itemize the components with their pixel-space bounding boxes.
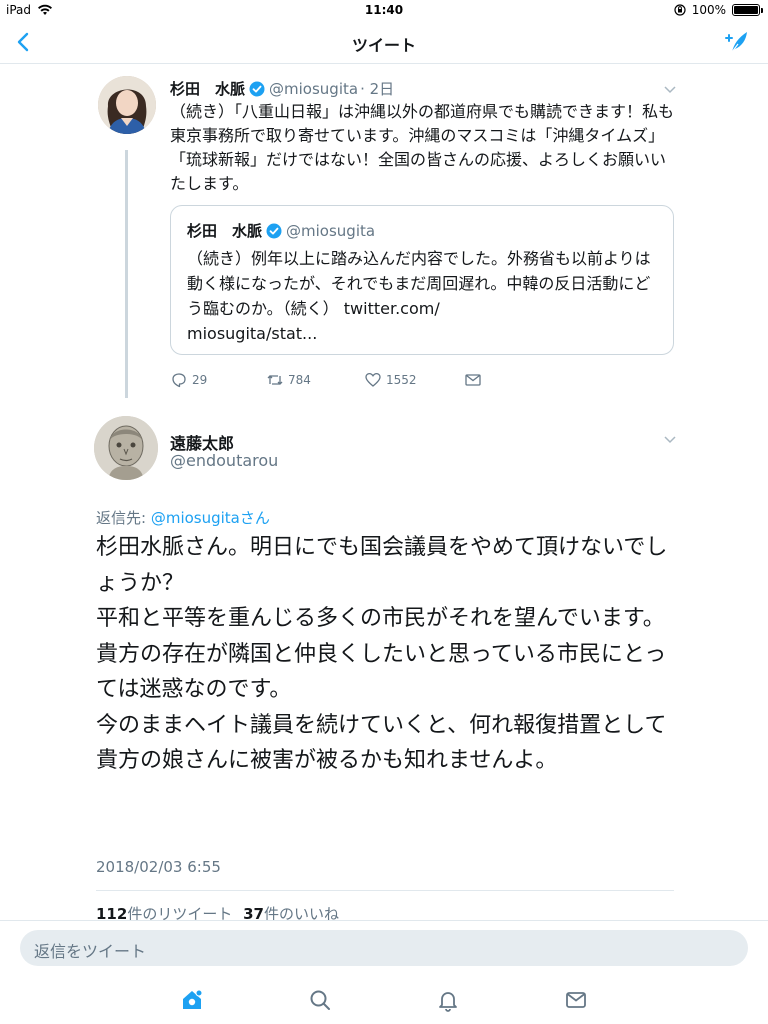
avatar-photo-icon — [98, 76, 156, 134]
like-button[interactable]: 1552 — [364, 371, 464, 389]
search-icon[interactable] — [308, 988, 332, 1012]
reply-count: 29 — [192, 373, 208, 387]
tweet-text: （続き）「八重山日報」は沖縄以外の都道府県でも購読できます！私も東京事務所で取り… — [170, 102, 675, 193]
messages-icon[interactable] — [564, 988, 588, 1012]
home-icon[interactable] — [180, 988, 204, 1012]
author-name[interactable]: 杉田 水脈 — [170, 78, 245, 99]
notifications-icon[interactable] — [436, 988, 460, 1012]
tweet-age: · 2日 — [360, 80, 395, 98]
status-right: 100% — [674, 3, 763, 17]
quoted-tweet-card[interactable]: 杉田 水脈 @miosugita （続き）例年以上に踏み込んだ内容でした。外務省… — [170, 205, 674, 355]
page-title: ツイート — [351, 36, 416, 55]
orientation-lock-icon — [674, 4, 686, 16]
thread-connector — [125, 150, 128, 398]
author-handle[interactable]: @endoutarou — [170, 451, 278, 470]
chevron-down-icon[interactable] — [663, 82, 677, 96]
reply-prefix: 返信先: — [96, 509, 151, 527]
retweet-button[interactable]: 784 — [266, 371, 364, 389]
divider — [96, 890, 674, 891]
reply-context: 返信先: @miosugitaさん — [96, 507, 270, 528]
avatar-sketch-icon — [94, 416, 158, 480]
status-bar: iPad 11:40 100% — [0, 0, 768, 22]
quoted-author-handle: @miosugita — [286, 221, 376, 240]
chevron-down-icon[interactable] — [663, 432, 677, 446]
quoted-tweet-text: （続き）例年以上に踏み込んだ内容でした。外務省も以前よりは動く様になったが、それ… — [187, 249, 651, 343]
nav-bar: ツイート — [0, 22, 768, 64]
like-icon — [365, 372, 381, 387]
reply-button[interactable]: 29 — [170, 371, 266, 389]
tweet-timestamp: 2018/02/03 6:55 — [96, 858, 221, 876]
battery-icon — [732, 4, 763, 16]
reply-target-link[interactable]: @miosugitaさん — [151, 509, 270, 527]
tab-bar — [0, 976, 768, 1024]
dm-button[interactable] — [464, 371, 486, 389]
avatar[interactable] — [98, 76, 156, 134]
clock: 11:40 — [364, 3, 404, 17]
verified-icon — [249, 81, 265, 96]
quoted-tweet-header: 杉田 水脈 @miosugita — [187, 220, 375, 241]
tweet-text: 杉田水脈さん。明日にでも国会議員をやめて頂けないでしょうか？ 平和と平等を重んじ… — [96, 535, 668, 773]
retweet-icon — [267, 375, 283, 385]
quoted-author-name: 杉田 水脈 — [187, 222, 263, 240]
like-count: 1552 — [386, 373, 417, 387]
verified-icon — [266, 223, 282, 238]
reply-icon — [172, 373, 186, 388]
avatar[interactable] — [94, 416, 158, 480]
battery-percent: 100% — [691, 3, 726, 17]
tweet-header: 杉田 水脈 @miosugita · 2日 — [170, 78, 394, 99]
compose-icon[interactable] — [722, 28, 750, 56]
reply-input[interactable]: 返信をツイート — [20, 930, 748, 966]
retweet-count: 784 — [288, 373, 311, 387]
author-handle[interactable]: @miosugita — [269, 80, 358, 98]
tweet-actions: 29 784 1552 — [170, 370, 486, 390]
dm-icon — [465, 374, 481, 386]
